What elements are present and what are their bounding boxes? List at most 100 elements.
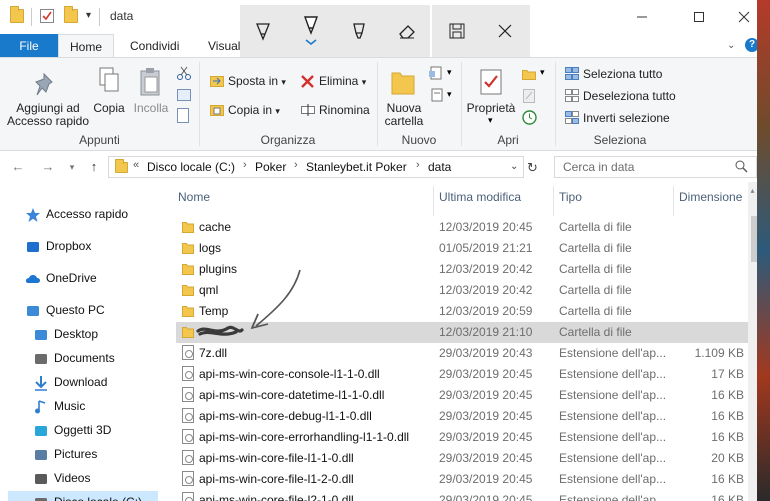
folder-icon <box>115 159 128 173</box>
breadcrumb-chevron-icon[interactable]: › <box>294 159 298 171</box>
select-none-button[interactable]: Deseleziona tutto <box>583 88 676 104</box>
cut-icon[interactable] <box>177 66 191 80</box>
chevron-down-icon[interactable]: ▾ <box>447 67 452 78</box>
minimize-button[interactable] <box>619 0 665 34</box>
nav-item[interactable]: Videos <box>8 467 168 491</box>
nav-item[interactable]: OneDrive <box>0 267 160 291</box>
copy-to-icon[interactable] <box>210 103 224 116</box>
breadcrumb-overflow-icon[interactable]: « <box>133 159 139 171</box>
back-arrow-icon[interactable]: ← <box>10 159 26 175</box>
paste-shortcut-icon[interactable] <box>177 108 189 123</box>
copy-to-button[interactable]: Copia in ▾ <box>228 102 280 119</box>
chevron-down-icon[interactable]: ▾ <box>488 115 493 126</box>
nav-item[interactable]: Documents <box>8 347 168 371</box>
nav-item[interactable]: Download <box>8 371 168 395</box>
group-label-seleziona: Seleziona <box>593 133 647 147</box>
recent-locations-icon[interactable]: ▾ <box>64 159 80 175</box>
nav-item[interactable]: Disco locale (C:) <box>8 491 158 501</box>
drive-icon <box>33 495 49 501</box>
pin-quick-access-label-1[interactable]: Aggiungi ad <box>6 101 90 115</box>
rename-icon[interactable] <box>301 104 315 116</box>
move-to-button[interactable]: Sposta in ▾ <box>228 73 286 90</box>
delete-icon[interactable] <box>301 75 314 88</box>
nav-item[interactable]: Pictures <box>8 443 168 467</box>
highlighter-icon[interactable] <box>336 5 382 57</box>
select-none-icon[interactable] <box>565 89 579 102</box>
properties-check-icon[interactable] <box>40 9 54 23</box>
save-icon[interactable] <box>434 5 480 57</box>
select-all-button[interactable]: Seleziona tutto <box>583 66 662 82</box>
refresh-icon[interactable]: ↻ <box>527 160 538 176</box>
tab-file[interactable]: File <box>0 34 58 58</box>
new-folder-label-1[interactable]: Nuova <box>378 101 430 115</box>
forward-arrow-icon[interactable]: → <box>40 159 56 175</box>
nav-item-label: Videos <box>54 471 91 485</box>
breadcrumb-disco[interactable]: Disco locale (C:) <box>147 160 235 174</box>
nav-item[interactable]: Dropbox <box>0 235 160 259</box>
edit-icon[interactable] <box>523 89 535 103</box>
hand-drawn-annotation <box>196 269 301 336</box>
new-folder-label-2[interactable]: cartella <box>378 114 430 128</box>
quick-access-dropdown-icon[interactable]: ▾ <box>86 10 91 21</box>
breadcrumb-poker[interactable]: Poker <box>255 160 286 174</box>
breadcrumb-chevron-icon[interactable]: › <box>243 159 247 171</box>
eraser-icon[interactable] <box>384 5 430 57</box>
scrollbar-thumb[interactable] <box>751 216 757 262</box>
videos-icon <box>33 471 49 487</box>
invert-selection-icon[interactable] <box>565 111 579 124</box>
select-all-icon[interactable] <box>565 67 579 80</box>
new-item-icon[interactable] <box>429 66 445 80</box>
maximize-button[interactable] <box>676 0 722 34</box>
folder-icon <box>10 6 24 23</box>
breadcrumb-chevron-icon[interactable]: › <box>416 159 420 171</box>
properties-icon[interactable] <box>479 68 503 96</box>
properties-label[interactable]: Proprietà <box>463 101 519 115</box>
pin-quick-access-label-2[interactable]: Accesso rapido <box>4 114 92 128</box>
search-placeholder: Cerca in data <box>563 160 635 174</box>
delete-button[interactable]: Elimina ▾ <box>319 73 366 90</box>
breadcrumb-stanleybet[interactable]: Stanleybet.it Poker <box>306 160 407 174</box>
history-icon[interactable] <box>522 110 537 125</box>
nav-item[interactable]: Desktop <box>8 323 168 347</box>
scroll-up-icon[interactable]: ▴ <box>748 186 757 195</box>
rename-button[interactable]: Rinomina <box>319 102 370 118</box>
nav-item[interactable]: Oggetti 3D <box>8 419 168 443</box>
address-dropdown-icon[interactable]: ⌄ <box>510 161 518 172</box>
copy-path-icon[interactable] <box>177 89 191 101</box>
open-icon[interactable] <box>522 68 536 80</box>
search-box[interactable]: Cerca in data <box>554 156 757 178</box>
ballpoint-pen-icon[interactable] <box>240 5 286 57</box>
nav-item-label: Disco locale (C:) <box>54 495 142 501</box>
copy-button-label[interactable]: Copia <box>90 101 128 115</box>
copy-icon[interactable] <box>98 66 120 96</box>
up-arrow-icon[interactable]: ↑ <box>86 159 102 175</box>
pencil-icon[interactable] <box>288 5 334 57</box>
new-folder-large-icon[interactable] <box>391 69 415 95</box>
address-box[interactable]: « Disco locale (C:) › Poker › Stanleybet… <box>108 156 524 178</box>
tab-home[interactable]: Home <box>58 34 114 58</box>
move-to-label: Sposta in <box>228 74 279 88</box>
nav-item-label: Dropbox <box>46 239 92 253</box>
chevron-down-icon[interactable]: ▾ <box>447 89 452 100</box>
chevron-down-icon[interactable]: ▾ <box>540 67 545 78</box>
nav-item-label: OneDrive <box>46 271 97 285</box>
copy-to-label: Copia in <box>228 103 273 117</box>
ribbon-collapse-icon[interactable]: ⌄ <box>727 40 735 51</box>
file-explorer-window: ▾ data File Home Condividi Visual ⌄ ? Ag… <box>0 0 770 501</box>
nav-item[interactable]: Music <box>8 395 168 419</box>
nav-item[interactable]: Accesso rapido <box>0 203 160 227</box>
tab-condividi[interactable]: Condividi <box>116 34 193 58</box>
close-ink-icon[interactable] <box>482 5 528 57</box>
group-label-appunti: Appunti <box>79 133 120 147</box>
nav-item[interactable]: Questo PC <box>0 299 160 323</box>
invert-selection-button[interactable]: Inverti selezione <box>583 110 670 126</box>
paste-button-label[interactable]: Incolla <box>130 101 172 115</box>
search-icon[interactable] <box>735 160 748 176</box>
move-to-icon[interactable] <box>210 74 224 87</box>
paste-icon[interactable] <box>139 66 163 98</box>
breadcrumb-data[interactable]: data <box>428 160 451 174</box>
new-folder-icon[interactable] <box>64 6 78 23</box>
pin-icon[interactable] <box>34 68 60 98</box>
easy-access-icon[interactable] <box>429 88 445 102</box>
group-label-organizza: Organizza <box>260 133 316 147</box>
